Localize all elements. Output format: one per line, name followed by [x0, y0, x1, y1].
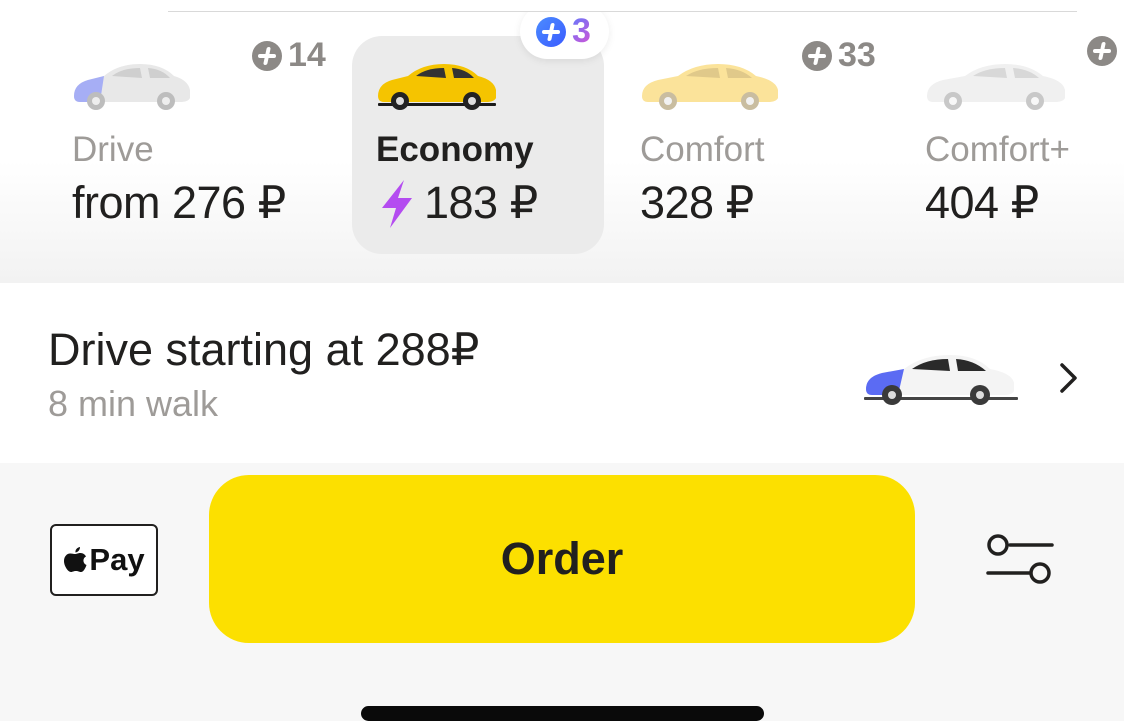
apple-logo-icon	[64, 547, 87, 572]
chevron-right-icon[interactable]	[1055, 361, 1081, 395]
tariff-name: Economy	[376, 130, 534, 169]
economy-car-icon	[378, 64, 496, 110]
comfort-plus-car-icon	[927, 64, 1065, 110]
tariff-economy-content: 3 Economy 183 ₽	[352, 12, 609, 283]
payment-method-button[interactable]: Pay	[50, 524, 158, 596]
plus-points-count: 33	[838, 36, 876, 74]
tariff-carousel[interactable]: 14 Drive from 276 ₽ 3 Economy 183 ₽ 33 C…	[0, 12, 1124, 283]
order-button[interactable]: Order	[209, 475, 915, 643]
tariff-price: 183 ₽	[424, 177, 538, 228]
tariff-comfort[interactable]: 33 Comfort 328 ₽	[620, 12, 900, 283]
tariff-name: Drive	[72, 130, 154, 169]
tariff-price: from 276 ₽	[72, 177, 286, 228]
plus-points-icon	[802, 40, 832, 71]
settings-sliders-icon[interactable]	[984, 533, 1056, 589]
drive-car-icon	[74, 64, 190, 110]
payment-label: Pay	[89, 542, 145, 577]
drive-offer-title: Drive starting at 288₽	[48, 324, 480, 375]
plus-points-icon	[1087, 36, 1117, 66]
drive-car-icon	[864, 355, 1018, 405]
lightning-icon	[382, 180, 412, 228]
tariff-drive[interactable]: 14 Drive from 276 ₽	[0, 12, 340, 283]
plus-points-count: 14	[288, 36, 326, 74]
plus-points-badge: 3	[520, 12, 609, 59]
plus-points-badge	[1087, 36, 1123, 66]
tariff-price: 328 ₽	[640, 177, 754, 228]
tariff-comfort-plus[interactable]: Comfort+ 404 ₽	[905, 12, 1124, 283]
tariff-name: Comfort+	[925, 130, 1070, 169]
plus-points-icon	[536, 16, 566, 47]
plus-points-badge: 33	[802, 36, 876, 75]
tariff-price: 404 ₽	[925, 177, 1039, 228]
plus-points-count: 3	[572, 12, 591, 50]
order-panel: Pay Order	[0, 463, 1124, 721]
drive-offer-row[interactable]: Drive starting at 288₽ 8 min walk	[0, 283, 1124, 463]
tariff-name: Comfort	[640, 130, 765, 169]
plus-points-icon	[252, 40, 282, 71]
comfort-car-icon	[642, 64, 778, 110]
drive-offer-subtitle: 8 min walk	[48, 383, 219, 424]
plus-points-badge: 14	[252, 36, 326, 75]
home-indicator	[361, 706, 764, 721]
